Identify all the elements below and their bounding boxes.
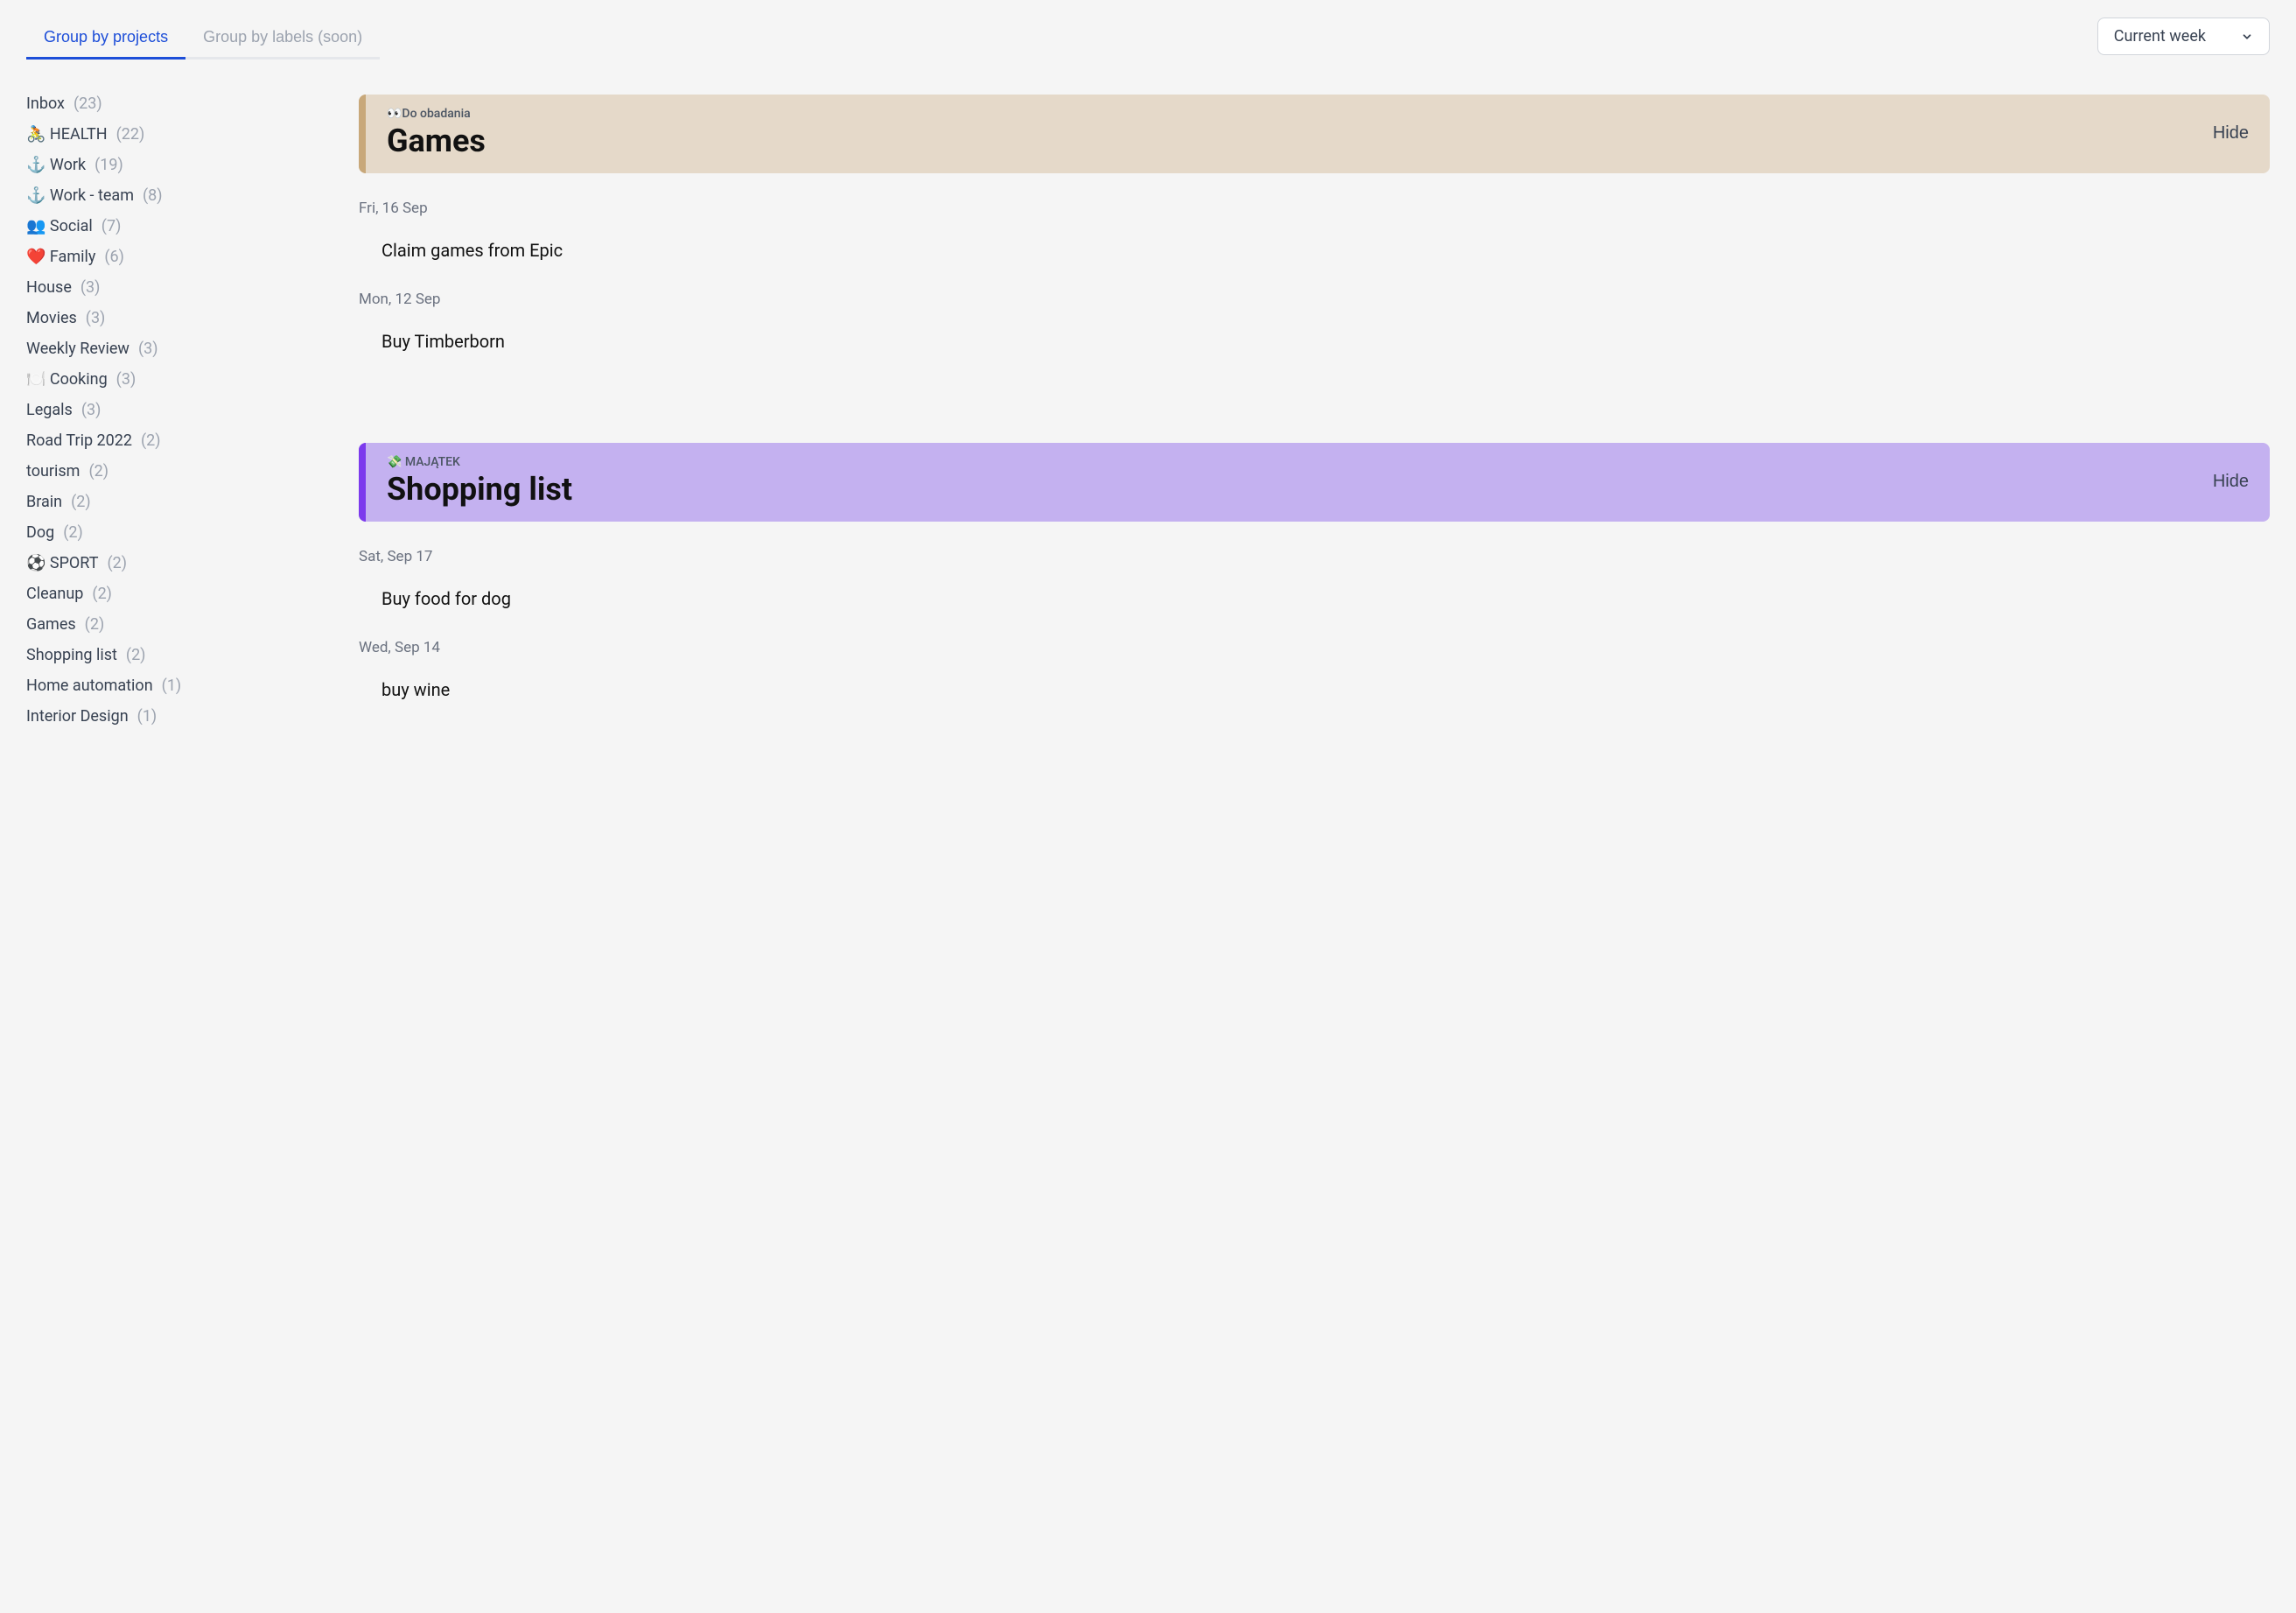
sidebar-item-house[interactable]: House (3) <box>26 278 324 297</box>
section-header-left: 💸 MAJĄTEK Shopping list <box>387 455 572 508</box>
sidebar-item-tourism[interactable]: tourism (2) <box>26 462 324 480</box>
date-group: Wed, Sep 14 buy wine <box>359 639 2270 704</box>
sidebar-item-count: (3) <box>81 401 102 419</box>
sidebar-item-count: (2) <box>88 462 108 480</box>
main: 👀Do obadania Games Hide Fri, 16 Sep Clai… <box>359 95 2270 756</box>
sidebar-item-interior-design[interactable]: Interior Design (1) <box>26 707 324 726</box>
task-item[interactable]: Buy Timberborn <box>359 327 2270 355</box>
content: Inbox (23) 🚴 HEALTH (22) ⚓ Work (19) ⚓ W… <box>26 95 2270 756</box>
sidebar-item-count: (1) <box>137 707 158 726</box>
tab-group-by-labels: Group by labels (soon) <box>186 18 380 60</box>
date-label: Fri, 16 Sep <box>359 200 2270 217</box>
sidebar-item-road-trip-2022[interactable]: Road Trip 2022 (2) <box>26 431 324 450</box>
sidebar-item-label: 🚴 HEALTH <box>26 125 108 144</box>
sidebar-item-count: (3) <box>80 278 101 297</box>
sidebar-item-legals[interactable]: Legals (3) <box>26 401 324 419</box>
sidebar-item-label: Interior Design <box>26 707 129 726</box>
sidebar-item-count: (2) <box>126 646 146 664</box>
sidebar-item-count: (19) <box>94 156 123 174</box>
sidebar-item-label: House <box>26 278 72 297</box>
sidebar-item-count: (2) <box>63 523 83 542</box>
sidebar-item-family[interactable]: ❤️ Family (6) <box>26 248 324 266</box>
sidebar-item-count: (2) <box>107 554 127 572</box>
section-title: Games <box>387 123 486 159</box>
section-header-left: 👀Do obadania Games <box>387 107 486 159</box>
sidebar-item-label: 👥 Social <box>26 217 93 235</box>
hide-button[interactable]: Hide <box>2213 123 2249 144</box>
sidebar-item-label: Road Trip 2022 <box>26 431 132 450</box>
sidebar-item-cleanup[interactable]: Cleanup (2) <box>26 585 324 603</box>
sidebar-item-count: (2) <box>71 493 91 511</box>
section-breadcrumb: 👀Do obadania <box>387 107 486 121</box>
sidebar-item-shopping-list[interactable]: Shopping list (2) <box>26 646 324 664</box>
sidebar-item-count: (2) <box>85 615 105 634</box>
sidebar-item-sport[interactable]: ⚽ SPORT (2) <box>26 554 324 572</box>
hide-button[interactable]: Hide <box>2213 472 2249 492</box>
section-header-games: 👀Do obadania Games Hide <box>359 95 2270 173</box>
sidebar-item-movies[interactable]: Movies (3) <box>26 309 324 327</box>
section-games: 👀Do obadania Games Hide Fri, 16 Sep Clai… <box>359 95 2270 382</box>
sidebar-item-label: Dog <box>26 523 54 542</box>
section-shopping-list: 💸 MAJĄTEK Shopping list Hide Sat, Sep 17… <box>359 443 2270 730</box>
sidebar-item-label: tourism <box>26 462 80 480</box>
sidebar-item-weekly-review[interactable]: Weekly Review (3) <box>26 340 324 358</box>
task-item[interactable]: buy wine <box>359 676 2270 704</box>
sidebar-item-label: ⚓ Work - team <box>26 186 134 205</box>
sidebar-item-label: Cleanup <box>26 585 83 603</box>
sidebar-item-count: (3) <box>86 309 106 327</box>
sidebar-item-label: 🍽️ Cooking <box>26 370 108 389</box>
sidebar-item-count: (6) <box>104 248 124 266</box>
sidebar-item-label: Weekly Review <box>26 340 130 358</box>
sidebar-item-label: Home automation <box>26 677 153 695</box>
chevron-down-icon <box>2241 31 2253 43</box>
week-selector[interactable]: Current week <box>2097 18 2270 55</box>
section-header-shopping: 💸 MAJĄTEK Shopping list Hide <box>359 443 2270 522</box>
date-label: Sat, Sep 17 <box>359 548 2270 565</box>
date-group: Fri, 16 Sep Claim games from Epic <box>359 200 2270 264</box>
sidebar-item-work[interactable]: ⚓ Work (19) <box>26 156 324 174</box>
header: Group by projects Group by labels (soon)… <box>26 18 2270 60</box>
tabs: Group by projects Group by labels (soon) <box>26 18 380 60</box>
sidebar-item-label: Games <box>26 615 76 634</box>
sidebar-item-inbox[interactable]: Inbox (23) <box>26 95 324 113</box>
sidebar-item-count: (3) <box>138 340 158 358</box>
date-label: Wed, Sep 14 <box>359 639 2270 656</box>
sidebar-item-home-automation[interactable]: Home automation (1) <box>26 677 324 695</box>
task-item[interactable]: Buy food for dog <box>359 585 2270 613</box>
sidebar-item-dog[interactable]: Dog (2) <box>26 523 324 542</box>
task-item[interactable]: Claim games from Epic <box>359 236 2270 264</box>
sidebar-item-label: ⚽ SPORT <box>26 554 98 572</box>
tab-group-by-projects[interactable]: Group by projects <box>26 18 186 60</box>
sidebar-item-label: Movies <box>26 309 77 327</box>
sidebar-item-count: (2) <box>92 585 112 603</box>
sidebar-item-count: (22) <box>116 125 145 144</box>
section-title: Shopping list <box>387 471 572 508</box>
date-label: Mon, 12 Sep <box>359 291 2270 308</box>
sidebar-item-label: Legals <box>26 401 73 419</box>
sidebar-item-work-team[interactable]: ⚓ Work - team (8) <box>26 186 324 205</box>
sidebar-item-cooking[interactable]: 🍽️ Cooking (3) <box>26 370 324 389</box>
sidebar-item-label: Shopping list <box>26 646 117 664</box>
week-selector-label: Current week <box>2114 27 2206 46</box>
sidebar-item-count: (2) <box>141 431 161 450</box>
date-group: Sat, Sep 17 Buy food for dog <box>359 548 2270 613</box>
sidebar: Inbox (23) 🚴 HEALTH (22) ⚓ Work (19) ⚓ W… <box>26 95 324 756</box>
sidebar-item-label: ⚓ Work <box>26 156 86 174</box>
sidebar-item-count: (3) <box>116 370 136 389</box>
sidebar-item-label: Brain <box>26 493 62 511</box>
date-group: Mon, 12 Sep Buy Timberborn <box>359 291 2270 355</box>
sidebar-item-count: (23) <box>74 95 102 113</box>
sidebar-item-count: (1) <box>162 677 182 695</box>
sidebar-item-social[interactable]: 👥 Social (7) <box>26 217 324 235</box>
sidebar-item-count: (7) <box>102 217 122 235</box>
sidebar-item-count: (8) <box>143 186 163 205</box>
sidebar-item-label: ❤️ Family <box>26 248 95 266</box>
sidebar-item-brain[interactable]: Brain (2) <box>26 493 324 511</box>
sidebar-item-label: Inbox <box>26 95 65 113</box>
section-breadcrumb: 💸 MAJĄTEK <box>387 455 572 469</box>
sidebar-item-games[interactable]: Games (2) <box>26 615 324 634</box>
sidebar-item-health[interactable]: 🚴 HEALTH (22) <box>26 125 324 144</box>
